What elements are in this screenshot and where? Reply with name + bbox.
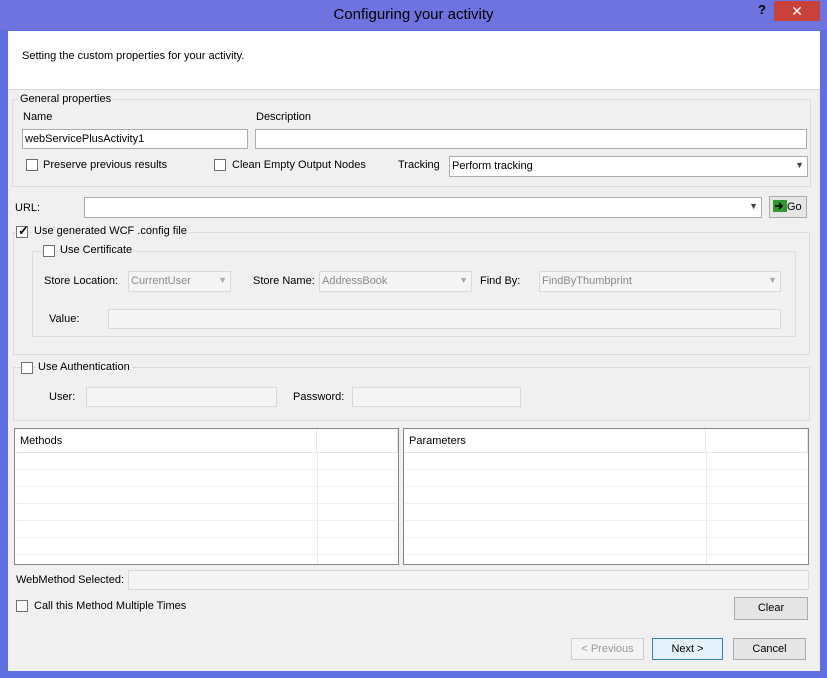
go-button[interactable]: Go	[769, 196, 807, 218]
call-multiple-times-checkbox[interactable]	[16, 600, 28, 612]
row-divider	[404, 486, 808, 487]
use-authentication-label: Use Authentication	[36, 361, 132, 373]
row-divider	[404, 503, 808, 504]
url-label: URL:	[15, 202, 41, 214]
dialog-window: Configuring your activity ? ✕ Setting th…	[0, 0, 827, 678]
store-location-value: CurrentUser	[131, 275, 191, 287]
use-certificate-label: Use Certificate	[58, 244, 135, 256]
next-button[interactable]: Next >	[652, 638, 723, 660]
window-title: Configuring your activity	[333, 6, 494, 23]
general-properties-legend: General properties	[18, 93, 114, 105]
webmethod-selected-label: WebMethod Selected:	[16, 574, 125, 586]
methods-list[interactable]: Methods	[14, 428, 399, 565]
close-button[interactable]: ✕	[774, 1, 820, 21]
store-name-label: Store Name:	[253, 275, 315, 287]
row-divider	[404, 537, 808, 538]
preserve-results-label: Preserve previous results	[43, 159, 168, 171]
tracking-label: Tracking	[398, 159, 440, 171]
description-input[interactable]	[255, 129, 807, 149]
find-by-select[interactable]: FindByThumbprint ▼	[539, 271, 781, 292]
header-band: Setting the custom properties for your a…	[8, 31, 820, 90]
row-divider	[404, 469, 808, 470]
url-input[interactable]: ▼	[84, 197, 762, 218]
store-name-value: AddressBook	[322, 275, 388, 287]
row-divider	[15, 554, 398, 555]
value-label: Value:	[49, 313, 80, 325]
clean-empty-nodes-label: Clean Empty Output Nodes	[232, 159, 366, 171]
previous-button[interactable]: < Previous	[571, 638, 644, 660]
user-label: User:	[49, 391, 76, 403]
use-wcf-config-checkbox[interactable]: ✓	[16, 223, 29, 238]
green-arrow-icon	[773, 200, 787, 212]
row-divider	[404, 520, 808, 521]
methods-column-header[interactable]: Methods	[15, 429, 317, 453]
clean-empty-nodes-checkbox[interactable]	[214, 159, 226, 171]
clear-button[interactable]: Clear	[734, 597, 808, 620]
preserve-results-checkbox[interactable]	[26, 159, 38, 171]
parameters-column-header-extra[interactable]	[706, 429, 808, 453]
row-divider	[15, 503, 398, 504]
chevron-down-icon: ▼	[749, 201, 758, 211]
store-name-select[interactable]: AddressBook ▼	[319, 271, 472, 292]
parameters-column-header[interactable]: Parameters	[404, 429, 706, 453]
password-label: Password:	[293, 391, 345, 403]
password-input[interactable]	[352, 387, 521, 407]
check-icon: ✓	[18, 223, 29, 238]
use-certificate-checkbox[interactable]	[43, 245, 55, 257]
methods-column-header-extra[interactable]	[317, 429, 398, 453]
row-divider	[404, 554, 808, 555]
chevron-down-icon: ▼	[218, 275, 227, 285]
use-wcf-config-label: Use generated WCF .config file	[32, 225, 189, 237]
store-location-select[interactable]: CurrentUser ▼	[128, 271, 231, 292]
chevron-down-icon: ▼	[768, 275, 777, 285]
chevron-down-icon: ▼	[795, 160, 804, 170]
webmethod-selected-input	[128, 570, 809, 590]
row-divider	[15, 469, 398, 470]
name-input[interactable]: webServicePlusActivity1	[22, 129, 248, 149]
parameters-list[interactable]: Parameters	[403, 428, 809, 565]
dialog-content: Setting the custom properties for your a…	[8, 31, 820, 671]
row-divider	[15, 537, 398, 538]
header-description: Setting the custom properties for your a…	[22, 50, 245, 62]
go-label: Go	[787, 201, 802, 213]
chevron-down-icon: ▼	[459, 275, 468, 285]
title-bar: Configuring your activity ? ✕	[0, 0, 827, 30]
use-authentication-checkbox[interactable]	[21, 362, 33, 374]
help-button[interactable]: ?	[752, 2, 772, 20]
cancel-button[interactable]: Cancel	[733, 638, 806, 660]
store-location-label: Store Location:	[44, 275, 118, 287]
tracking-select[interactable]: Perform tracking ▼	[449, 156, 808, 177]
row-divider	[15, 486, 398, 487]
tracking-value: Perform tracking	[452, 160, 533, 172]
find-by-label: Find By:	[480, 275, 521, 287]
call-multiple-times-label: Call this Method Multiple Times	[34, 600, 187, 612]
find-by-value: FindByThumbprint	[542, 275, 632, 287]
name-label: Name	[23, 111, 53, 123]
description-label: Description	[256, 111, 312, 123]
user-input[interactable]	[86, 387, 277, 407]
certificate-value-input[interactable]	[108, 309, 781, 329]
row-divider	[15, 520, 398, 521]
